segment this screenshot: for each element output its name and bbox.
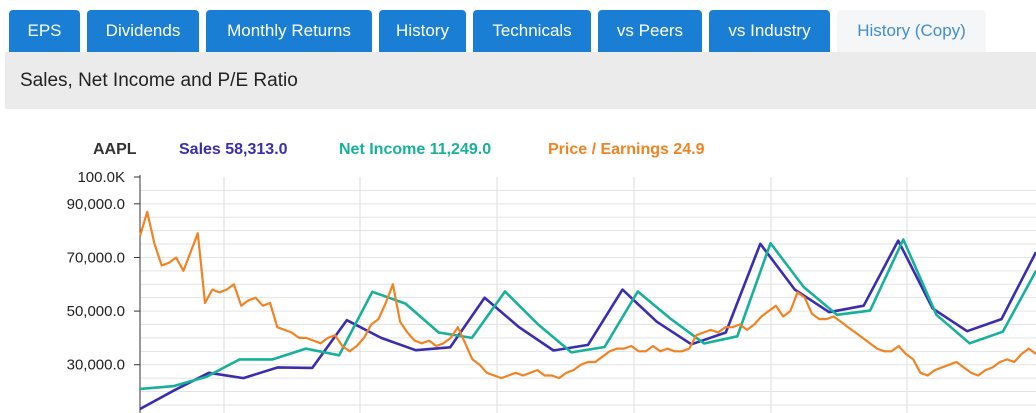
page-title: Sales, Net Income and P/E Ratio — [20, 70, 298, 91]
tab-technicals[interactable]: Technicals — [473, 10, 591, 52]
tab-vs-peers[interactable]: vs Peers — [598, 10, 702, 52]
y-tick-label: 100.0K — [77, 169, 125, 186]
tab-history-copy[interactable]: History (Copy) — [837, 10, 986, 52]
tab-history[interactable]: History — [379, 10, 466, 52]
series-line-pe — [138, 210, 1036, 380]
y-tick-label: 50,000.0 — [67, 303, 125, 320]
y-tick-label: 30,000.0 — [67, 357, 125, 374]
chart-header-panel: Sales, Net Income and P/E Ratio — [5, 52, 1036, 109]
tab-dividends[interactable]: Dividends — [87, 10, 199, 52]
tab-monthly-returns[interactable]: Monthly Returns — [206, 10, 372, 52]
tab-eps[interactable]: EPS — [9, 10, 80, 52]
tab-vs-industry[interactable]: vs Industry — [709, 10, 830, 52]
line-chart: 100.0K 90,000.0 70,000.0 50,000.0 30,000.0 — [67, 169, 1036, 413]
y-tick-label: 70,000.0 — [67, 249, 125, 266]
y-tick-label: 90,000.0 — [67, 196, 125, 213]
tab-bar: EPS Dividends Monthly Returns History Te… — [0, 0, 1036, 52]
